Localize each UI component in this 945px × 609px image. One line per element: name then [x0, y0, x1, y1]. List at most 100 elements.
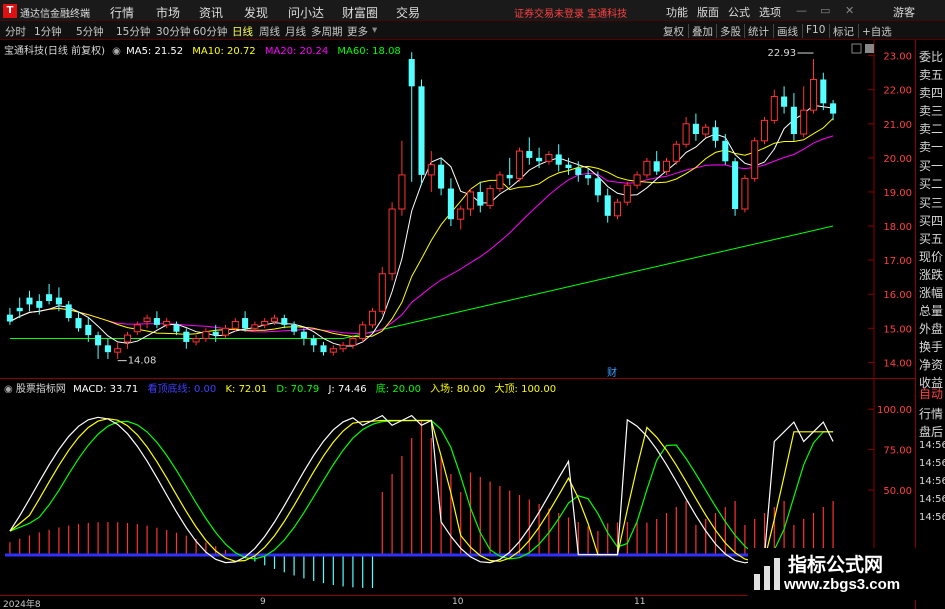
divider	[744, 24, 745, 38]
menu-layout[interactable]: 版面	[697, 4, 719, 20]
y-tick-label: 18.00	[883, 222, 912, 233]
tab-30min[interactable]: 30分钟	[156, 24, 190, 39]
menu-exchange[interactable]: 市场	[156, 4, 180, 21]
side-panel-item[interactable]: 自动	[919, 385, 943, 402]
candle-body-down	[604, 195, 611, 216]
candle-body-up	[270, 317, 279, 322]
candle-body-down	[85, 324, 92, 336]
candle-body-down	[36, 301, 43, 308]
side-panel-item[interactable]: 行情	[919, 405, 943, 422]
tab-60min[interactable]: 60分钟	[193, 24, 227, 39]
settings-icon[interactable]: ◉	[112, 46, 121, 57]
side-panel-item: 涨跌	[919, 268, 944, 282]
tab-intraday[interactable]: 分时	[5, 24, 26, 39]
candle-body-down	[75, 318, 82, 329]
k-label: K: 72.01	[225, 384, 268, 395]
side-panel-item: 卖四	[919, 86, 944, 100]
side-panel-item[interactable]: 14:56	[919, 440, 945, 451]
event-mark-icon: 财	[607, 366, 617, 378]
menu-ask[interactable]: 问小达	[288, 4, 324, 21]
minimize-icon[interactable]: —	[796, 4, 807, 17]
menu-wealth[interactable]: 财富圈	[342, 4, 378, 21]
side-panel-item: 买五	[919, 232, 944, 246]
tab-daily[interactable]: 日线	[232, 24, 253, 39]
candle-body-down	[585, 174, 592, 179]
candle-body-down	[722, 140, 729, 162]
ma-line-ma60	[9, 225, 834, 339]
f10-button[interactable]: F10	[806, 24, 825, 36]
side-panel-item[interactable]: 14:56	[919, 476, 945, 487]
menu-trade[interactable]: 交易	[396, 4, 420, 21]
watermark-logo-icon	[754, 558, 780, 590]
divider	[858, 24, 859, 38]
indicator-name[interactable]: 股票指标网	[16, 384, 66, 395]
mark-button[interactable]: 标记	[833, 24, 854, 39]
candle-body-down	[526, 151, 533, 158]
menu-news[interactable]: 资讯	[199, 4, 223, 21]
tab-multi-period[interactable]: 多周期	[311, 24, 343, 39]
side-panel-item[interactable]: 盘后	[919, 423, 943, 440]
kd-line-label: 看顶底线: 0.00	[147, 384, 217, 395]
chart-zoom-icon	[851, 43, 862, 54]
candle-body-up	[643, 160, 651, 176]
divider	[829, 24, 830, 38]
menu-market[interactable]: 行情	[110, 4, 134, 21]
side-panel-item: 买四	[919, 214, 944, 228]
adjust-button[interactable]: 复权	[663, 24, 684, 39]
candle-body-down	[55, 297, 62, 305]
tab-monthly[interactable]: 月线	[285, 24, 306, 39]
menu-function[interactable]: 功能	[666, 4, 688, 20]
candle-body-up	[378, 273, 386, 312]
chart-panel-icon	[865, 44, 874, 53]
chevron-down-icon[interactable]: ▾	[372, 24, 377, 36]
candle-body-up	[545, 153, 553, 162]
divider	[773, 24, 774, 38]
high-price-label: 22.93	[768, 48, 797, 59]
menu-options[interactable]: 选项	[759, 4, 781, 20]
app-name: 通达信金融终端	[20, 9, 90, 20]
side-panel-item: 卖五	[919, 68, 944, 82]
candle-body-down	[242, 318, 249, 329]
candle-body-down	[6, 314, 13, 322]
candlestick-chart[interactable]: 14.00 15.00 16.00 17.00 18.00 19.00 20.00 21.00…	[0, 40, 915, 378]
candle-body-up	[231, 320, 239, 329]
candle-body-up	[702, 126, 710, 135]
side-panel-item: 卖一	[919, 140, 944, 154]
close-icon[interactable]: ✕	[845, 4, 854, 17]
login-warning[interactable]: 证券交易未登录 宝通科技	[514, 5, 627, 20]
restore-icon[interactable]: ▭	[820, 4, 830, 17]
side-panel-item[interactable]: 14:56	[919, 512, 945, 523]
candlestick-chart-svg: 14.00 15.00 16.00 17.00 18.00 19.00 20.00 21.00…	[6, 40, 912, 378]
date-label: 11	[634, 597, 646, 607]
candle-body-down	[65, 304, 72, 319]
candle-body-down	[418, 86, 425, 175]
stock-title[interactable]: 宝通科技(日线 前复权)	[4, 46, 105, 57]
side-panel-item[interactable]: 14:56	[919, 494, 945, 505]
menu-formula[interactable]: 公式	[728, 4, 750, 20]
candle-body-down	[46, 294, 53, 302]
tab-5min[interactable]: 5分钟	[76, 24, 104, 39]
side-panel-item: 买二	[919, 177, 944, 191]
guest-label[interactable]: 游客	[893, 4, 915, 20]
menu-discover[interactable]: 发现	[244, 4, 268, 21]
overlay-button[interactable]: 叠加	[692, 24, 713, 39]
top-label: 大顶: 100.00	[494, 384, 557, 395]
candle-body-up	[613, 201, 622, 217]
y-tick-label: 14.00	[883, 358, 912, 369]
tab-1min[interactable]: 1分钟	[34, 24, 62, 39]
tab-weekly[interactable]: 周线	[259, 24, 280, 39]
side-panel-item[interactable]: 14:56	[919, 458, 945, 469]
ma20-label: MA20: 20.24	[264, 46, 329, 57]
y-tick-label: 21.00	[883, 120, 912, 131]
draw-line-button[interactable]: 画线	[777, 24, 798, 39]
y-tick-label: 16.00	[883, 290, 912, 301]
tab-more[interactable]: 更多	[347, 24, 368, 39]
candle-body-up	[682, 123, 690, 145]
multi-stock-button[interactable]: 多股	[720, 24, 741, 39]
candle-body-up	[466, 191, 475, 210]
stats-button[interactable]: 统计	[748, 24, 769, 39]
tab-15min[interactable]: 15分钟	[116, 24, 150, 39]
candle-body-down	[506, 174, 513, 179]
add-watchlist-button[interactable]: +自选	[862, 24, 892, 39]
settings-icon[interactable]: ◉	[4, 384, 13, 395]
